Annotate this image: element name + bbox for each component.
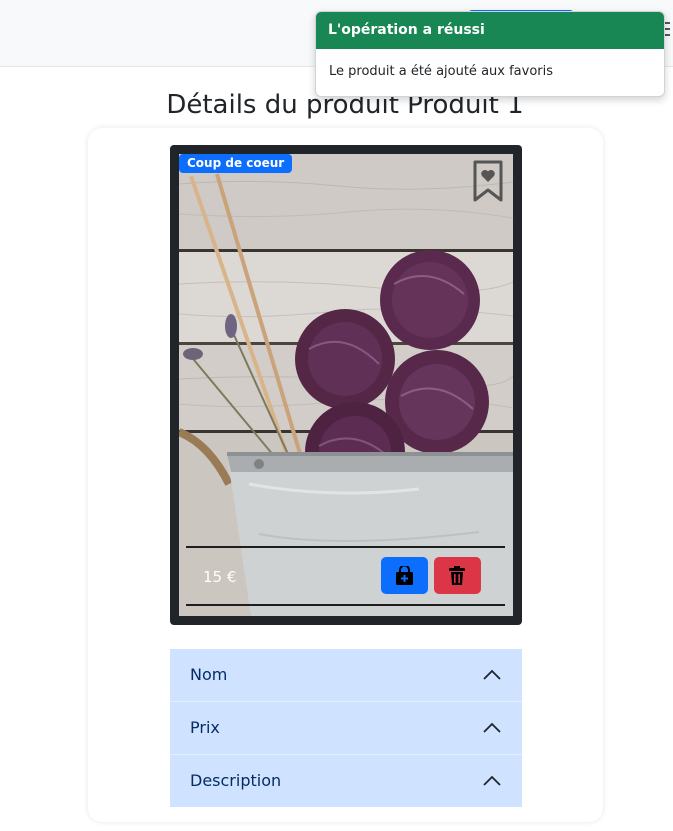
product-card [170,145,522,625]
shopping-bag-plus-icon [396,566,413,585]
chevron-up-icon [483,775,501,786]
accordion-label: Description [190,771,282,790]
bookmark-heart-icon[interactable] [472,160,504,202]
add-to-cart-button[interactable] [381,557,428,594]
divider-line [186,604,505,606]
product-price: 15 € [203,568,237,586]
accordion-item-prix[interactable]: Prix [170,702,522,755]
accordion-label: Nom [190,665,228,684]
product-accordion: Nom Prix Description [170,649,522,807]
delete-button[interactable] [434,557,481,594]
accordion-label: Prix [190,718,220,737]
accordion-item-nom[interactable]: Nom [170,649,522,702]
toast-title: L'opération a réussi [316,12,664,49]
toast-message: Le produit a été ajouté aux favoris [329,64,554,79]
accordion-item-description[interactable]: Description [170,755,522,807]
divider-line [186,546,505,548]
chevron-up-icon [483,669,501,680]
favorite-badge: Coup de coeur [179,154,293,173]
chevron-up-icon [483,722,501,733]
trash-icon [449,566,465,585]
success-toast: L'opération a réussi Le produit a été aj… [315,11,665,97]
